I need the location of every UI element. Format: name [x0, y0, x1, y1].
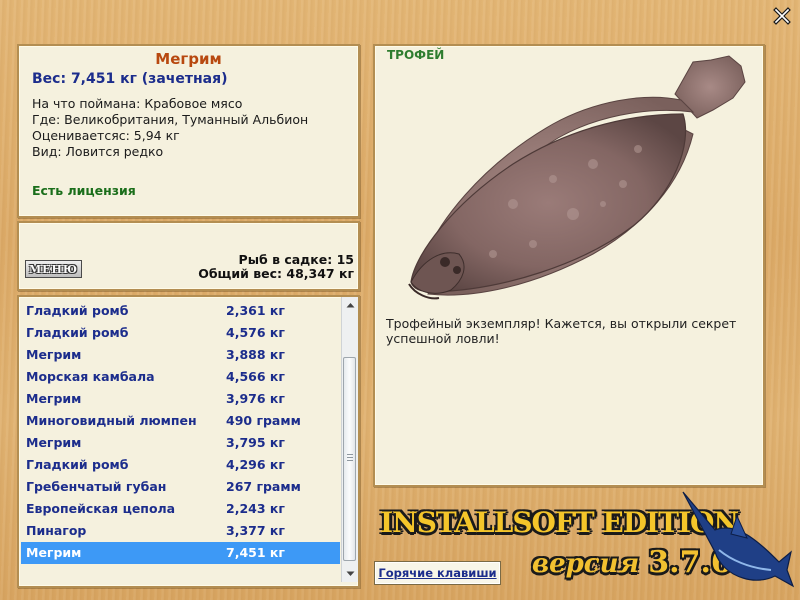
- scroll-up-button[interactable]: [342, 297, 358, 313]
- catch-row-fish-name: Гладкий ромб: [26, 325, 129, 340]
- fish-weight: Вес: 7,451 кг (зачетная): [32, 71, 228, 87]
- catch-list-row[interactable]: Миноговидный люмпен 490 грамм: [21, 410, 340, 432]
- list-scrollbar[interactable]: [341, 297, 358, 582]
- catch-row-fish-name: Мегрим: [26, 391, 82, 406]
- catch-list-row[interactable]: Мегрим 3,976 кг: [21, 388, 340, 410]
- catch-list-row[interactable]: Гладкий ромб 2,361 кг: [21, 300, 340, 322]
- kind-info: Вид: Ловится редко: [32, 144, 164, 159]
- catch-row-fish-name: Гладкий ромб: [26, 303, 129, 318]
- catch-row-weight: 3,888 кг: [226, 347, 285, 362]
- grip-line: [347, 457, 353, 458]
- hotkeys-button[interactable]: Горячие клавиши: [374, 561, 501, 585]
- rated-from-info: Оцениваетсяс: 5,94 кг: [32, 128, 180, 143]
- arrow-down-icon: [346, 571, 354, 576]
- catch-row-weight: 3,377 кг: [226, 523, 285, 538]
- scroll-down-button[interactable]: [342, 566, 358, 582]
- catch-row-fish-name: Миноговидный люмпен: [26, 413, 197, 428]
- catch-row-weight: 4,566 кг: [226, 369, 285, 384]
- arrow-up-icon: [346, 303, 354, 308]
- grip-line: [347, 454, 353, 455]
- catch-row-fish-name: Мегрим: [26, 347, 82, 362]
- catch-row-weight: 4,296 кг: [226, 457, 285, 472]
- catch-list-row[interactable]: Мегрим 3,795 кг: [21, 432, 340, 454]
- catch-list-row[interactable]: Мегрим 7,451 кг: [21, 542, 340, 564]
- trophy-message: Трофейный экземпляр! Кажется, вы открыли…: [386, 316, 737, 346]
- catch-list-row[interactable]: Европейская цепола 2,243 кг: [21, 498, 340, 520]
- menu-button[interactable]: МЕНЮ: [25, 260, 82, 278]
- catch-row-fish-name: Европейская цепола: [26, 501, 176, 516]
- scrollbar-thumb[interactable]: [343, 357, 356, 561]
- catch-list-row[interactable]: Гладкий ромб 4,576 кг: [21, 322, 340, 344]
- catch-list-panel: Гладкий ромб 2,361 кг Гладкий ромб 4,576 кг…: [17, 295, 360, 588]
- catch-list: Гладкий ромб 2,361 кг Гладкий ромб 4,576 кг…: [21, 300, 340, 564]
- catch-row-fish-name: Мегрим: [26, 545, 82, 560]
- catch-list-row[interactable]: Мегрим 3,888 кг: [21, 344, 340, 366]
- catch-row-weight: 4,576 кг: [226, 325, 285, 340]
- catch-row-fish-name: Пинагор: [26, 523, 87, 538]
- version-word: версия: [532, 549, 640, 579]
- grip-line: [347, 460, 353, 461]
- catch-row-weight: 3,795 кг: [226, 435, 285, 450]
- catch-row-weight: 267 грамм: [226, 479, 301, 494]
- bait-info: На что поймана: Крабовое мясо: [32, 96, 243, 111]
- catch-row-fish-name: Мегрим: [26, 435, 82, 450]
- marlin-logo: [682, 491, 795, 588]
- catch-row-fish-name: Морская камбала: [26, 369, 155, 384]
- catch-row-weight: 7,451 кг: [226, 545, 285, 560]
- catch-row-fish-name: Гладкий ромб: [26, 457, 129, 472]
- catch-list-row[interactable]: Пинагор 3,377 кг: [21, 520, 340, 542]
- trophy-panel: ТРОФЕЙ Трофейный экземпляр! Кажется, вы …: [373, 44, 765, 487]
- fish-image: [408, 55, 746, 300]
- fish-count: Рыб в садке: 15: [238, 252, 354, 267]
- catch-row-weight: 490 грамм: [226, 413, 301, 428]
- catch-info-panel: Мегрим Вес: 7,451 кг (зачетная) На что п…: [17, 44, 360, 218]
- catch-row-weight: 2,243 кг: [226, 501, 285, 516]
- catch-row-weight: 3,976 кг: [226, 391, 285, 406]
- keepnet-panel: МЕНЮ Рыб в садке: 15 Общий вес: 48,347 к…: [17, 221, 360, 291]
- catch-row-weight: 2,361 кг: [226, 303, 285, 318]
- catch-list-row[interactable]: Морская камбала 4,566 кг: [21, 366, 340, 388]
- total-weight: Общий вес: 48,347 кг: [198, 266, 354, 281]
- fish-name: Мегрим: [155, 50, 222, 68]
- close-button[interactable]: [771, 5, 793, 27]
- license-status: Есть лицензия: [32, 183, 136, 198]
- catch-row-fish-name: Гребенчатый губан: [26, 479, 167, 494]
- catch-list-row[interactable]: Гребенчатый губан 267 грамм: [21, 476, 340, 498]
- location-info: Где: Великобритания, Туманный Альбион: [32, 112, 309, 127]
- close-icon: [773, 7, 791, 25]
- catch-list-row[interactable]: Гладкий ромб 4,296 кг: [21, 454, 340, 476]
